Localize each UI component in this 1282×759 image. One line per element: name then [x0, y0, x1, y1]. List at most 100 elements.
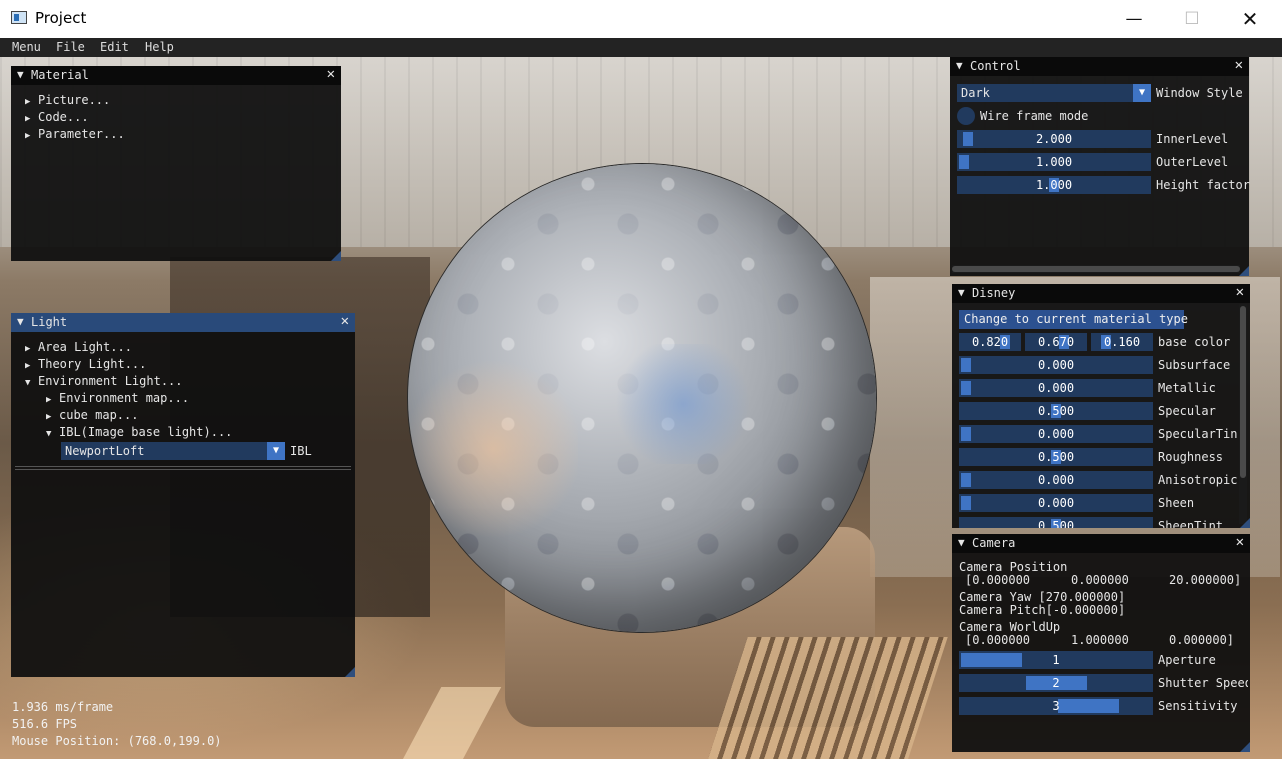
roughness-label: Roughness — [1158, 450, 1224, 464]
base-color-b-slider[interactable]: 0.160 — [1091, 333, 1153, 351]
subsurface-slider[interactable]: 0.000 — [959, 356, 1153, 374]
resize-grip[interactable] — [331, 251, 341, 261]
ibl-select[interactable]: NewportLoft ▼ — [61, 442, 285, 460]
maximize-button[interactable]: ☐ — [1163, 0, 1221, 38]
tree-item-environment-map[interactable]: ▶ Environment map... — [46, 391, 189, 405]
menu-item-edit[interactable]: Edit — [100, 40, 129, 54]
inner-level-slider[interactable]: 2.000 — [957, 130, 1151, 148]
menu-item-help[interactable]: Help — [145, 40, 174, 54]
tree-arrow-icon: ▼ — [25, 378, 31, 388]
light-panel-titlebar[interactable]: ▼ Light ✕ — [11, 313, 355, 332]
collapse-arrow-icon[interactable]: ▼ — [958, 286, 965, 299]
subsurface-label: Subsurface — [1158, 358, 1231, 372]
close-icon[interactable]: ✕ — [327, 66, 335, 82]
menu-item-menu[interactable]: Menu — [12, 40, 41, 54]
tree-item-picture[interactable]: ▶ Picture... — [25, 93, 110, 107]
sensitivity-slider[interactable]: 3 — [959, 697, 1153, 715]
panel-title: Disney — [972, 286, 1016, 300]
disney-panel[interactable]: ▼ Disney ✕ Change to current material ty… — [952, 284, 1250, 528]
base-color-g-slider[interactable]: 0.670 — [1025, 333, 1087, 351]
tree-item-parameter[interactable]: ▶ Parameter... — [25, 127, 125, 141]
tree-arrow-icon: ▼ — [46, 429, 52, 439]
resize-grip[interactable] — [1239, 266, 1249, 276]
control-panel[interactable]: ▼ Control ✕ Dark ▼ Window Style Wire fra… — [950, 57, 1250, 276]
light-panel[interactable]: ▼ Light ✕ ▶ Area Light... ▶ Theory Light..… — [11, 313, 355, 677]
camera-yaw: Camera Yaw [270.000000] — [959, 590, 1126, 604]
metallic-slider[interactable]: 0.000 — [959, 379, 1153, 397]
height-factor-slider[interactable]: 1.000 — [957, 176, 1151, 194]
material-panel-titlebar[interactable]: ▼ Material ✕ — [11, 66, 341, 85]
panel-title: Light — [31, 315, 68, 329]
tree-item-code[interactable]: ▶ Code... — [25, 110, 89, 124]
scrollbar-thumb[interactable] — [1240, 306, 1246, 478]
slider-value: 0.820 — [971, 335, 1009, 349]
specular-tint-slider[interactable]: 0.000 — [959, 425, 1153, 443]
tree-item-theory-light[interactable]: ▶ Theory Light... — [25, 357, 146, 371]
close-icon[interactable]: ✕ — [341, 313, 349, 329]
tree-item-environment-light[interactable]: ▼ Environment Light... — [25, 374, 183, 388]
slider-value: 0.000 — [1037, 427, 1075, 441]
resize-grip[interactable] — [345, 667, 355, 677]
collapse-arrow-icon[interactable]: ▼ — [958, 536, 965, 549]
vertical-scrollbar[interactable] — [1239, 304, 1247, 524]
slider-value: 3 — [1052, 699, 1060, 713]
sheen-slider[interactable]: 0.000 — [959, 494, 1153, 512]
slider-value: 0.000 — [1037, 496, 1075, 510]
slider-value: 0.160 — [1103, 335, 1141, 349]
ibl-select-value: NewportLoft — [65, 444, 145, 458]
tree-item-area-light[interactable]: ▶ Area Light... — [25, 340, 132, 354]
slider-value: 1 — [1052, 653, 1060, 667]
menu-item-file[interactable]: File — [56, 40, 85, 54]
close-button[interactable]: ✕ — [1221, 0, 1279, 38]
outer-level-slider[interactable]: 1.000 — [957, 153, 1151, 171]
roughness-slider[interactable]: 0.500 — [959, 448, 1153, 466]
base-color-r-slider[interactable]: 0.820 — [959, 333, 1021, 351]
slider-value: 0.000 — [1037, 473, 1075, 487]
camera-worldup-x: [0.000000 — [965, 633, 1031, 647]
sphere-warm-reflection — [408, 354, 578, 544]
collapse-arrow-icon[interactable]: ▼ — [17, 68, 24, 81]
resize-grip[interactable] — [1240, 742, 1250, 752]
tree-item-label: IBL(Image base light)... — [59, 425, 233, 439]
shutter-label-clip: Shutter Speed — [1158, 676, 1248, 692]
scrollbar-thumb[interactable] — [952, 266, 1240, 272]
button-label: Change to current material type — [964, 312, 1188, 326]
slider-value: 0.500 — [1037, 404, 1075, 418]
outer-level-label: OuterLevel — [1156, 155, 1229, 169]
material-panel[interactable]: ▼ Material ✕ ▶ Picture... ▶ Code... ▶ Param… — [11, 66, 341, 261]
tree-arrow-icon: ▶ — [46, 412, 52, 422]
tree-arrow-icon: ▶ — [25, 361, 31, 371]
sheen-tint-slider[interactable]: 0.500 — [959, 517, 1153, 528]
aperture-slider[interactable]: 1 — [959, 651, 1153, 669]
resize-grip[interactable] — [1240, 518, 1250, 528]
minimize-button[interactable]: — — [1105, 0, 1163, 38]
anisotropic-slider[interactable]: 0.000 — [959, 471, 1153, 489]
collapse-arrow-icon[interactable]: ▼ — [956, 59, 963, 72]
camera-panel-titlebar[interactable]: ▼ Camera ✕ — [952, 534, 1250, 553]
horizontal-scrollbar[interactable] — [952, 265, 1240, 273]
close-icon[interactable]: ✕ — [1236, 284, 1244, 300]
chevron-down-icon[interactable]: ▼ — [267, 442, 285, 460]
collapse-arrow-icon[interactable]: ▼ — [17, 315, 24, 328]
tree-item-ibl[interactable]: ▼ IBL(Image base light)... — [46, 425, 232, 439]
camera-panel[interactable]: ▼ Camera ✕ Camera Position [0.000000 0.0… — [952, 534, 1250, 752]
tree-item-cube-map[interactable]: ▶ cube map... — [46, 408, 138, 422]
anisotropic-label: Anisotropic — [1158, 473, 1238, 487]
disney-panel-titlebar[interactable]: ▼ Disney ✕ — [952, 284, 1250, 303]
wireframe-radio[interactable] — [957, 107, 975, 125]
chevron-down-icon[interactable]: ▼ — [1133, 84, 1151, 102]
close-icon[interactable]: ✕ — [1235, 57, 1243, 73]
control-panel-titlebar[interactable]: ▼ Control ✕ — [950, 57, 1249, 76]
separator — [15, 466, 351, 467]
shutter-speed-slider[interactable]: 2 — [959, 674, 1153, 692]
close-icon[interactable]: ✕ — [1236, 534, 1244, 550]
frame-time-readout: 1.936 ms/frame — [12, 700, 114, 714]
slider-value: 1.000 — [1035, 178, 1073, 192]
slider-value: 0.000 — [1037, 358, 1075, 372]
height-factor-label: Height factor — [1156, 178, 1250, 192]
change-material-type-button[interactable]: Change to current material type — [959, 310, 1188, 329]
camera-pitch: Camera Pitch[-0.000000] — [959, 603, 1126, 617]
specular-slider[interactable]: 0.500 — [959, 402, 1153, 420]
sphere-sky-reflection — [608, 344, 758, 464]
window-style-select[interactable]: Dark ▼ — [957, 84, 1151, 102]
